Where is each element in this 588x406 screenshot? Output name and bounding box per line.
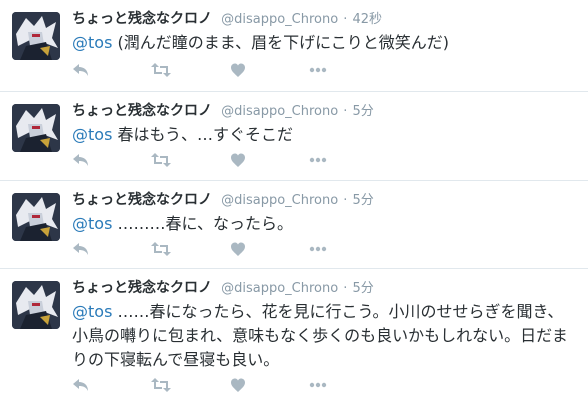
reply-icon [73, 154, 88, 166]
tweet-actions [72, 239, 388, 259]
reply-icon [73, 64, 88, 76]
reply-button[interactable] [72, 375, 112, 395]
display-name[interactable]: ちょっと残念なクロノ [72, 103, 212, 119]
like-button[interactable] [230, 375, 270, 395]
timeline: ちょっと残念なクロノ @disappo_Chrono · 42秒 @tos (潤… [0, 0, 588, 406]
like-button[interactable] [230, 60, 270, 80]
retweet-icon [151, 242, 171, 256]
tweet-actions [72, 150, 388, 170]
separator: · [343, 193, 348, 208]
retweet-icon [151, 63, 171, 77]
more-icon [309, 157, 327, 163]
screen-name[interactable]: @disappo_Chrono [221, 281, 338, 296]
tweet-header: ちょっと残念なクロノ @disappo_Chrono · 42秒 [72, 8, 578, 28]
more-button[interactable] [309, 150, 349, 170]
reply-button[interactable] [72, 239, 112, 259]
heart-icon [231, 63, 245, 77]
tweet-actions [72, 375, 388, 395]
mention-link[interactable]: @tos [72, 125, 112, 144]
more-icon [309, 67, 327, 73]
retweet-icon [151, 378, 171, 392]
display-name[interactable]: ちょっと残念なクロノ [72, 11, 212, 27]
mention-link[interactable]: @tos [72, 214, 112, 233]
tweet-actions [72, 60, 388, 80]
tweet-body: ……春になったら、花を見に行こう。小川のせせらぎを聞き、小鳥の囀りに包まれ、意味… [72, 302, 568, 369]
tweet-header: ちょっと残念なクロノ @disappo_Chrono · 5分 [72, 189, 578, 209]
separator: · [343, 281, 348, 296]
retweet-button[interactable] [151, 60, 191, 80]
tweet-text: @tos ………春に、なったら。 [72, 212, 578, 236]
retweet-button[interactable] [151, 239, 191, 259]
tweet-text: @tos ……春になったら、花を見に行こう。小川のせせらぎを聞き、小鳥の囀りに包… [72, 300, 578, 372]
display-name[interactable]: ちょっと残念なクロノ [72, 192, 212, 208]
screen-name[interactable]: @disappo_Chrono [221, 12, 338, 27]
mention-link[interactable]: @tos [72, 302, 112, 321]
tweet-header: ちょっと残念なクロノ @disappo_Chrono · 5分 [72, 100, 578, 120]
more-icon [309, 382, 327, 388]
mention-link[interactable]: @tos [72, 33, 112, 52]
avatar[interactable] [12, 12, 60, 60]
tweet[interactable]: ちょっと残念なクロノ @disappo_Chrono · 5分 @tos ……春… [0, 269, 588, 406]
timestamp[interactable]: 42秒 [353, 12, 383, 27]
avatar[interactable] [12, 193, 60, 241]
tweet[interactable]: ちょっと残念なクロノ @disappo_Chrono · 42秒 @tos (潤… [0, 0, 588, 92]
avatar[interactable] [12, 104, 60, 152]
screen-name[interactable]: @disappo_Chrono [221, 193, 338, 208]
more-button[interactable] [309, 60, 349, 80]
like-button[interactable] [230, 150, 270, 170]
avatar[interactable] [12, 281, 60, 329]
retweet-button[interactable] [151, 150, 191, 170]
timestamp[interactable]: 5分 [353, 104, 374, 119]
more-icon [309, 246, 327, 252]
more-button[interactable] [309, 375, 349, 395]
tweet-body: (潤んだ瞳のまま、眉を下げにこりと微笑んだ) [112, 33, 450, 52]
reply-button[interactable] [72, 150, 112, 170]
like-button[interactable] [230, 239, 270, 259]
display-name[interactable]: ちょっと残念なクロノ [72, 280, 212, 296]
retweet-button[interactable] [151, 375, 191, 395]
retweet-icon [151, 153, 171, 167]
more-button[interactable] [309, 239, 349, 259]
tweet-text: @tos 春はもう、…すぐそこだ [72, 123, 578, 147]
screen-name[interactable]: @disappo_Chrono [221, 104, 338, 119]
timestamp[interactable]: 5分 [353, 281, 374, 296]
timestamp[interactable]: 5分 [353, 193, 374, 208]
tweet[interactable]: ちょっと残念なクロノ @disappo_Chrono · 5分 @tos 春はも… [0, 92, 588, 181]
reply-icon [73, 243, 88, 255]
tweet-text: @tos (潤んだ瞳のまま、眉を下げにこりと微笑んだ) [72, 31, 578, 55]
tweet-header: ちょっと残念なクロノ @disappo_Chrono · 5分 [72, 277, 578, 297]
tweet-body: ………春に、なったら。 [112, 214, 294, 233]
separator: · [343, 104, 348, 119]
reply-button[interactable] [72, 60, 112, 80]
tweet-body: 春はもう、…すぐそこだ [112, 125, 294, 144]
separator: · [343, 12, 348, 27]
heart-icon [231, 153, 245, 167]
reply-icon [73, 379, 88, 391]
tweet[interactable]: ちょっと残念なクロノ @disappo_Chrono · 5分 @tos ………… [0, 181, 588, 269]
heart-icon [231, 378, 245, 392]
heart-icon [231, 242, 245, 256]
